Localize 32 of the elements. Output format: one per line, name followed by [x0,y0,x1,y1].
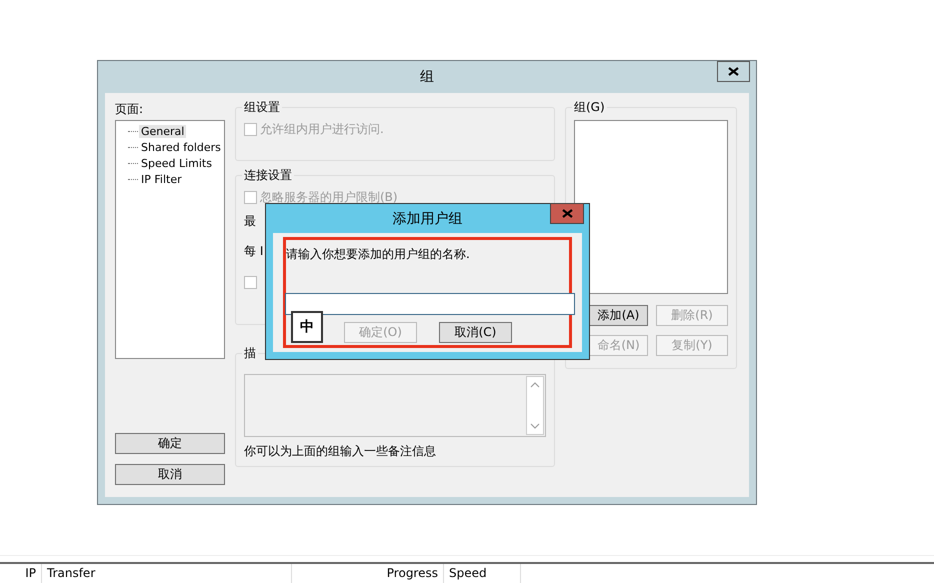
tree-item[interactable]: Speed Limits [139,156,214,170]
checkbox-label: 允许组内用户进行访问. [260,120,384,138]
column-header[interactable]: IP [0,564,42,583]
setting-label: 每 I [244,243,264,260]
column-header[interactable]: Progress [292,564,444,583]
description-field[interactable] [244,374,546,437]
scrollbar[interactable] [526,376,544,435]
tree-item[interactable]: IP Filter [139,172,184,186]
setting-label: 最 [244,213,256,230]
column-header[interactable]: Speed [444,564,521,583]
dialog-prompt: 请输入你想要添加的用户组的名称. [286,246,471,263]
close-button[interactable] [717,61,750,82]
cancel-button[interactable]: 取消 [115,464,225,485]
checkbox-label: 忽略服务器的用户限制(B) [260,188,398,206]
window-title: 组 [420,68,434,86]
group-button[interactable]: 添加(A) [589,305,648,326]
description-hint: 你可以为上面的组输入一些备注信息 [244,443,437,460]
close-icon [728,67,739,76]
ok-button[interactable]: 确定 [115,433,225,454]
section-title: 连接设置 [242,167,294,184]
pages-label: 页面: [115,101,144,117]
column-header[interactable]: Transfer [42,564,292,583]
group-list[interactable] [574,120,728,294]
ime-indicator[interactable]: 中 [291,311,323,343]
close-icon [562,209,572,218]
group-name-field[interactable] [285,293,575,315]
tree-item[interactable]: Shared folders [139,140,223,154]
section-title: 组(G) [572,99,607,116]
tree-item[interactable]: General [139,124,186,138]
section-title: 描 [242,345,258,362]
cancel-button[interactable]: 取消(C) [439,322,512,343]
dialog-title: 添加用户组 [392,210,462,228]
